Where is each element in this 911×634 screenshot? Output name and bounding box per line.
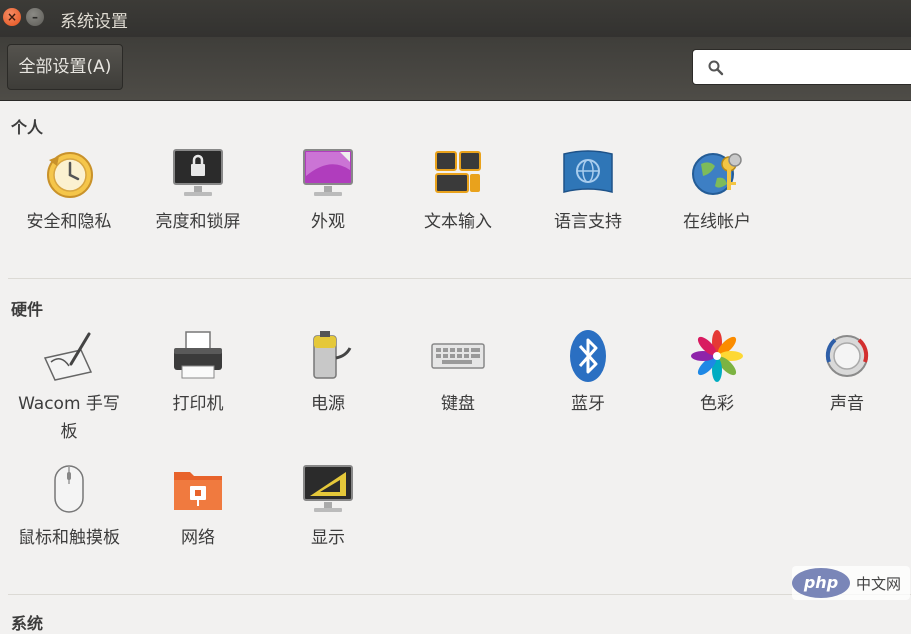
- network-folder-icon: [174, 472, 222, 510]
- keys-icon: [435, 151, 481, 193]
- settings-item-label: Wacom 手写板: [18, 394, 120, 442]
- volume-knob-icon: [825, 335, 869, 377]
- search-icon: [708, 60, 724, 76]
- settings-item-label: 蓝牙: [571, 394, 605, 414]
- settings-item-bluetooth[interactable]: 蓝牙: [523, 328, 653, 418]
- bluetooth-icon: [570, 330, 606, 382]
- keyboard-icon: [431, 343, 485, 369]
- settings-item-label: 文本输入: [424, 212, 492, 232]
- search-box[interactable]: [692, 49, 911, 85]
- settings-item-displays[interactable]: 显示: [263, 462, 393, 552]
- globe-keys-icon: [692, 153, 742, 195]
- settings-item-label: 外观: [311, 212, 345, 232]
- watermark-text: 中文网: [856, 574, 902, 593]
- monitor-lock-icon: [173, 149, 223, 196]
- settings-item-network[interactable]: 网络: [133, 462, 263, 552]
- settings-item-sound[interactable]: 声音: [782, 328, 911, 418]
- flag-globe-icon: [563, 150, 613, 193]
- section-divider: [8, 278, 911, 279]
- php-logo: php: [792, 568, 850, 598]
- settings-item-wacom-tablet[interactable]: Wacom 手写板: [4, 328, 134, 446]
- settings-item-label: 语言支持: [554, 212, 622, 232]
- monitor-wallpaper-icon: [303, 149, 353, 196]
- section-title-personal: 个人: [11, 118, 44, 137]
- close-icon: ×: [6, 10, 18, 24]
- monitor-ruler-icon: [303, 465, 353, 512]
- settings-item-appearance[interactable]: 外观: [263, 146, 393, 236]
- window-title: 系统设置: [60, 12, 128, 32]
- section-title-system: 系统: [11, 614, 44, 633]
- minimize-button[interactable]: –: [26, 8, 44, 26]
- tablet-pen-icon: [43, 332, 93, 381]
- settings-item-brightness-lock[interactable]: 亮度和锁屏: [133, 146, 263, 236]
- settings-item-security-privacy[interactable]: 安全和隐私: [4, 146, 134, 236]
- clock-history-icon: [47, 152, 93, 198]
- section-divider: [8, 594, 911, 595]
- settings-item-printers[interactable]: 打印机: [133, 328, 263, 418]
- settings-item-keyboard[interactable]: 键盘: [393, 328, 523, 418]
- settings-item-label: 在线帐户: [683, 212, 751, 232]
- settings-item-label: 安全和隐私: [26, 212, 112, 232]
- close-button[interactable]: ×: [3, 8, 21, 26]
- settings-item-label: 电源: [311, 394, 345, 414]
- settings-item-label: 亮度和锁屏: [155, 212, 241, 232]
- search-input[interactable]: [733, 56, 907, 80]
- settings-item-label: 鼠标和触摸板: [18, 528, 120, 548]
- settings-item-mouse-touchpad[interactable]: 鼠标和触摸板: [4, 462, 134, 552]
- settings-item-label: 键盘: [441, 394, 475, 414]
- settings-item-power[interactable]: 电源: [263, 328, 393, 418]
- color-flower-icon: [691, 330, 743, 382]
- settings-item-color[interactable]: 色彩: [652, 328, 782, 418]
- minimize-icon: –: [32, 10, 38, 24]
- toolbar: 全部设置(A): [0, 37, 911, 101]
- settings-item-language-support[interactable]: 语言支持: [523, 146, 653, 236]
- settings-item-online-accounts[interactable]: 在线帐户: [652, 146, 782, 236]
- settings-item-label: 网络: [181, 528, 215, 548]
- printer-icon: [174, 331, 222, 379]
- battery-plug-icon: [313, 331, 352, 379]
- all-settings-button[interactable]: 全部设置(A): [7, 44, 123, 90]
- settings-item-label: 色彩: [700, 394, 734, 414]
- settings-item-text-entry[interactable]: 文本输入: [393, 146, 523, 236]
- settings-item-label: 显示: [311, 528, 345, 548]
- mouse-icon: [54, 465, 84, 513]
- settings-item-label: 声音: [830, 394, 864, 414]
- settings-item-label: 打印机: [172, 394, 224, 414]
- title-bar: × – 系统设置: [0, 0, 911, 37]
- section-title-hardware: 硬件: [11, 300, 44, 319]
- watermark: php 中文网: [792, 566, 910, 600]
